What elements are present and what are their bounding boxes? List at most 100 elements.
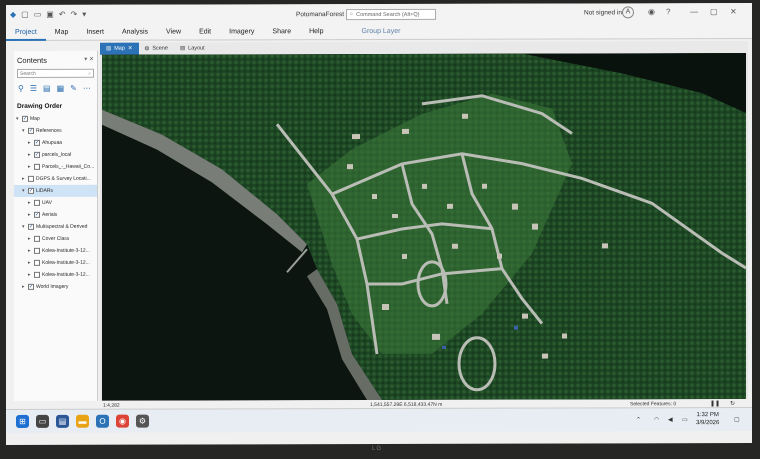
contents-toolbar: ⚲ ☰ ▤ ▦ ✎ ⋯	[14, 80, 97, 97]
layer-visibility-checkbox[interactable]: ✓	[34, 211, 40, 218]
tab-scene-view[interactable]: ◍ Scene	[139, 43, 174, 55]
tab-analysis[interactable]: Analysis	[113, 24, 157, 40]
layer-visibility-checkbox[interactable]	[34, 199, 40, 206]
layer-row[interactable]: ▸ ✓ Ahupuaa	[14, 137, 97, 149]
search-icon: ⌕	[350, 11, 354, 18]
tab-insert[interactable]: Insert	[77, 24, 113, 40]
help-icon[interactable]: ?	[666, 7, 670, 16]
refresh-icon[interactable]: ↻	[730, 400, 735, 407]
tab-edit[interactable]: Edit	[190, 24, 220, 40]
layer-row[interactable]: ▸ Kolea-Institute-3-12...	[14, 257, 97, 269]
close-icon[interactable]: ✕	[128, 46, 133, 52]
notifications-icon[interactable]: ◉	[648, 7, 655, 16]
list-by-drawing-order-icon[interactable]: ☰	[30, 84, 37, 93]
tab-map-view[interactable]: ▧ Map ✕	[100, 42, 139, 55]
task-view-icon[interactable]: ▭	[36, 414, 49, 428]
settings-icon[interactable]: ⚙	[136, 414, 149, 428]
layer-visibility-checkbox[interactable]: ✓	[34, 151, 40, 158]
filter-icon[interactable]: ⚲	[18, 84, 24, 93]
layer-row[interactable]: ▾ ✓ References	[14, 125, 97, 137]
list-by-selection-icon[interactable]: ▦	[57, 84, 65, 93]
map-canvas[interactable]	[102, 53, 746, 401]
aerial-imagery	[102, 53, 746, 401]
layer-label: World Imagery	[36, 283, 69, 290]
layer-visibility-checkbox[interactable]	[34, 259, 40, 266]
layer-label: References	[36, 127, 62, 134]
tab-group-layer[interactable]: Group Layer	[353, 23, 410, 39]
app-icon[interactable]: ▤	[56, 414, 69, 428]
tab-imagery[interactable]: Imagery	[220, 24, 263, 40]
tray-chevron-icon[interactable]: ⌃	[636, 416, 641, 423]
layer-visibility-checkbox[interactable]	[34, 235, 40, 242]
undo-icon[interactable]: ↶	[59, 10, 66, 19]
layer-visibility-checkbox[interactable]	[28, 175, 34, 182]
layout-icon: ▤	[179, 45, 186, 52]
layer-label: Map	[30, 115, 40, 122]
layer-visibility-checkbox[interactable]	[34, 163, 40, 170]
layer-visibility-checkbox[interactable]: ✓	[28, 187, 34, 194]
layer-label: Kolea-Institute-3-12...	[42, 247, 90, 254]
layer-row[interactable]: ▾ ✓ Multispectral & Derived	[14, 221, 97, 233]
layer-row[interactable]: ▸ ✓ World Imagery	[14, 281, 97, 293]
redo-icon[interactable]: ↷	[71, 10, 78, 19]
layer-row[interactable]: ▸ Kolea-Institute-3-12...	[14, 245, 97, 257]
pane-options-icon[interactable]: ▾ ✕	[84, 56, 94, 63]
command-search-input[interactable]: ⌕ Command Search (Alt+Q)	[346, 8, 436, 21]
chrome-icon[interactable]: ◉	[116, 414, 129, 428]
pause-drawing-icon[interactable]: ❚❚	[710, 400, 720, 407]
wifi-icon[interactable]: ◠	[654, 416, 659, 423]
layer-row[interactable]: ▸ Kolea-Institute-3-12...	[14, 269, 97, 281]
notification-center-icon[interactable]: ▢	[734, 416, 740, 423]
battery-icon[interactable]: ▭	[682, 416, 688, 423]
layer-visibility-checkbox[interactable]: ✓	[28, 283, 34, 290]
customize-toolbar-icon[interactable]: ▾	[82, 10, 86, 19]
layer-visibility-checkbox[interactable]	[34, 271, 40, 278]
save-icon[interactable]: ▣	[46, 10, 54, 19]
layer-row[interactable]: ▸ UAV	[14, 197, 97, 209]
layer-label: LiDARs	[36, 187, 53, 194]
layer-row[interactable]: ▸ Parcels_-_Hawaii_Co...	[14, 161, 97, 173]
maximize-icon[interactable]: ▢	[710, 7, 718, 16]
layer-label: Aerials	[42, 211, 58, 218]
tab-scene-view-label: Scene	[152, 45, 168, 52]
layer-label: Multispectral & Derived	[36, 223, 88, 230]
layer-row[interactable]: ▸ Cover Class	[14, 233, 97, 245]
tab-layout-view[interactable]: ▤ Layout	[174, 42, 211, 54]
layer-row[interactable]: ▸ ✓ Aerials	[14, 209, 97, 221]
sign-in-status[interactable]: Not signed in	[584, 9, 622, 16]
layer-label: Cover Class	[42, 235, 70, 242]
start-icon[interactable]: ⊞	[16, 414, 29, 428]
tab-project[interactable]: Project	[6, 24, 46, 41]
layer-row[interactable]: ▸ DGPS & Survey Locati...	[14, 173, 97, 185]
minimize-icon[interactable]: —	[690, 7, 698, 16]
file-explorer-icon[interactable]: ▬	[76, 414, 89, 428]
tab-share[interactable]: Share	[263, 24, 300, 40]
layer-visibility-checkbox[interactable]: ✓	[22, 115, 28, 122]
layer-visibility-checkbox[interactable]: ✓	[28, 223, 34, 230]
open-project-icon[interactable]: ▭	[34, 10, 42, 19]
list-by-editing-icon[interactable]: ✎	[70, 84, 77, 93]
contents-search-input[interactable]: Search ⌕	[17, 68, 94, 78]
layer-label: UAV	[42, 199, 52, 206]
quick-access-toolbar: ◆ ▢ ▭ ▣ ↶ ↷ ▾	[10, 10, 86, 19]
layer-row[interactable]: ▸ ✓ parcels_local	[14, 149, 97, 161]
layer-label: Ahupuaa	[42, 139, 63, 146]
ribbon-tabs: Project Map Insert Analysis View Edit Im…	[6, 23, 752, 41]
layer-row[interactable]: ▾ ✓ Map	[14, 113, 97, 125]
close-icon[interactable]: ✕	[730, 7, 737, 16]
volume-icon[interactable]: ◀	[668, 416, 673, 423]
list-by-source-icon[interactable]: ▤	[43, 84, 51, 93]
tab-map[interactable]: Map	[46, 24, 78, 40]
layer-visibility-checkbox[interactable]: ✓	[34, 139, 40, 146]
layer-visibility-checkbox[interactable]: ✓	[28, 127, 34, 134]
tab-help[interactable]: Help	[300, 24, 332, 40]
system-clock[interactable]: 1:32 PM 3/9/2026	[696, 411, 719, 427]
layer-row[interactable]: ▾ ✓ LiDARs	[14, 184, 97, 197]
app-window: ◆ ▢ ▭ ▣ ↶ ↷ ▾ PotomanaForest ⌕ Command S…	[6, 3, 752, 445]
tab-view[interactable]: View	[157, 24, 190, 40]
new-project-icon[interactable]: ▢	[21, 10, 29, 19]
list-by-snapping-icon[interactable]: ⋯	[83, 84, 91, 93]
layer-visibility-checkbox[interactable]	[34, 247, 40, 254]
user-avatar-icon[interactable]: A	[622, 6, 634, 19]
outlook-icon[interactable]: O	[96, 414, 109, 428]
